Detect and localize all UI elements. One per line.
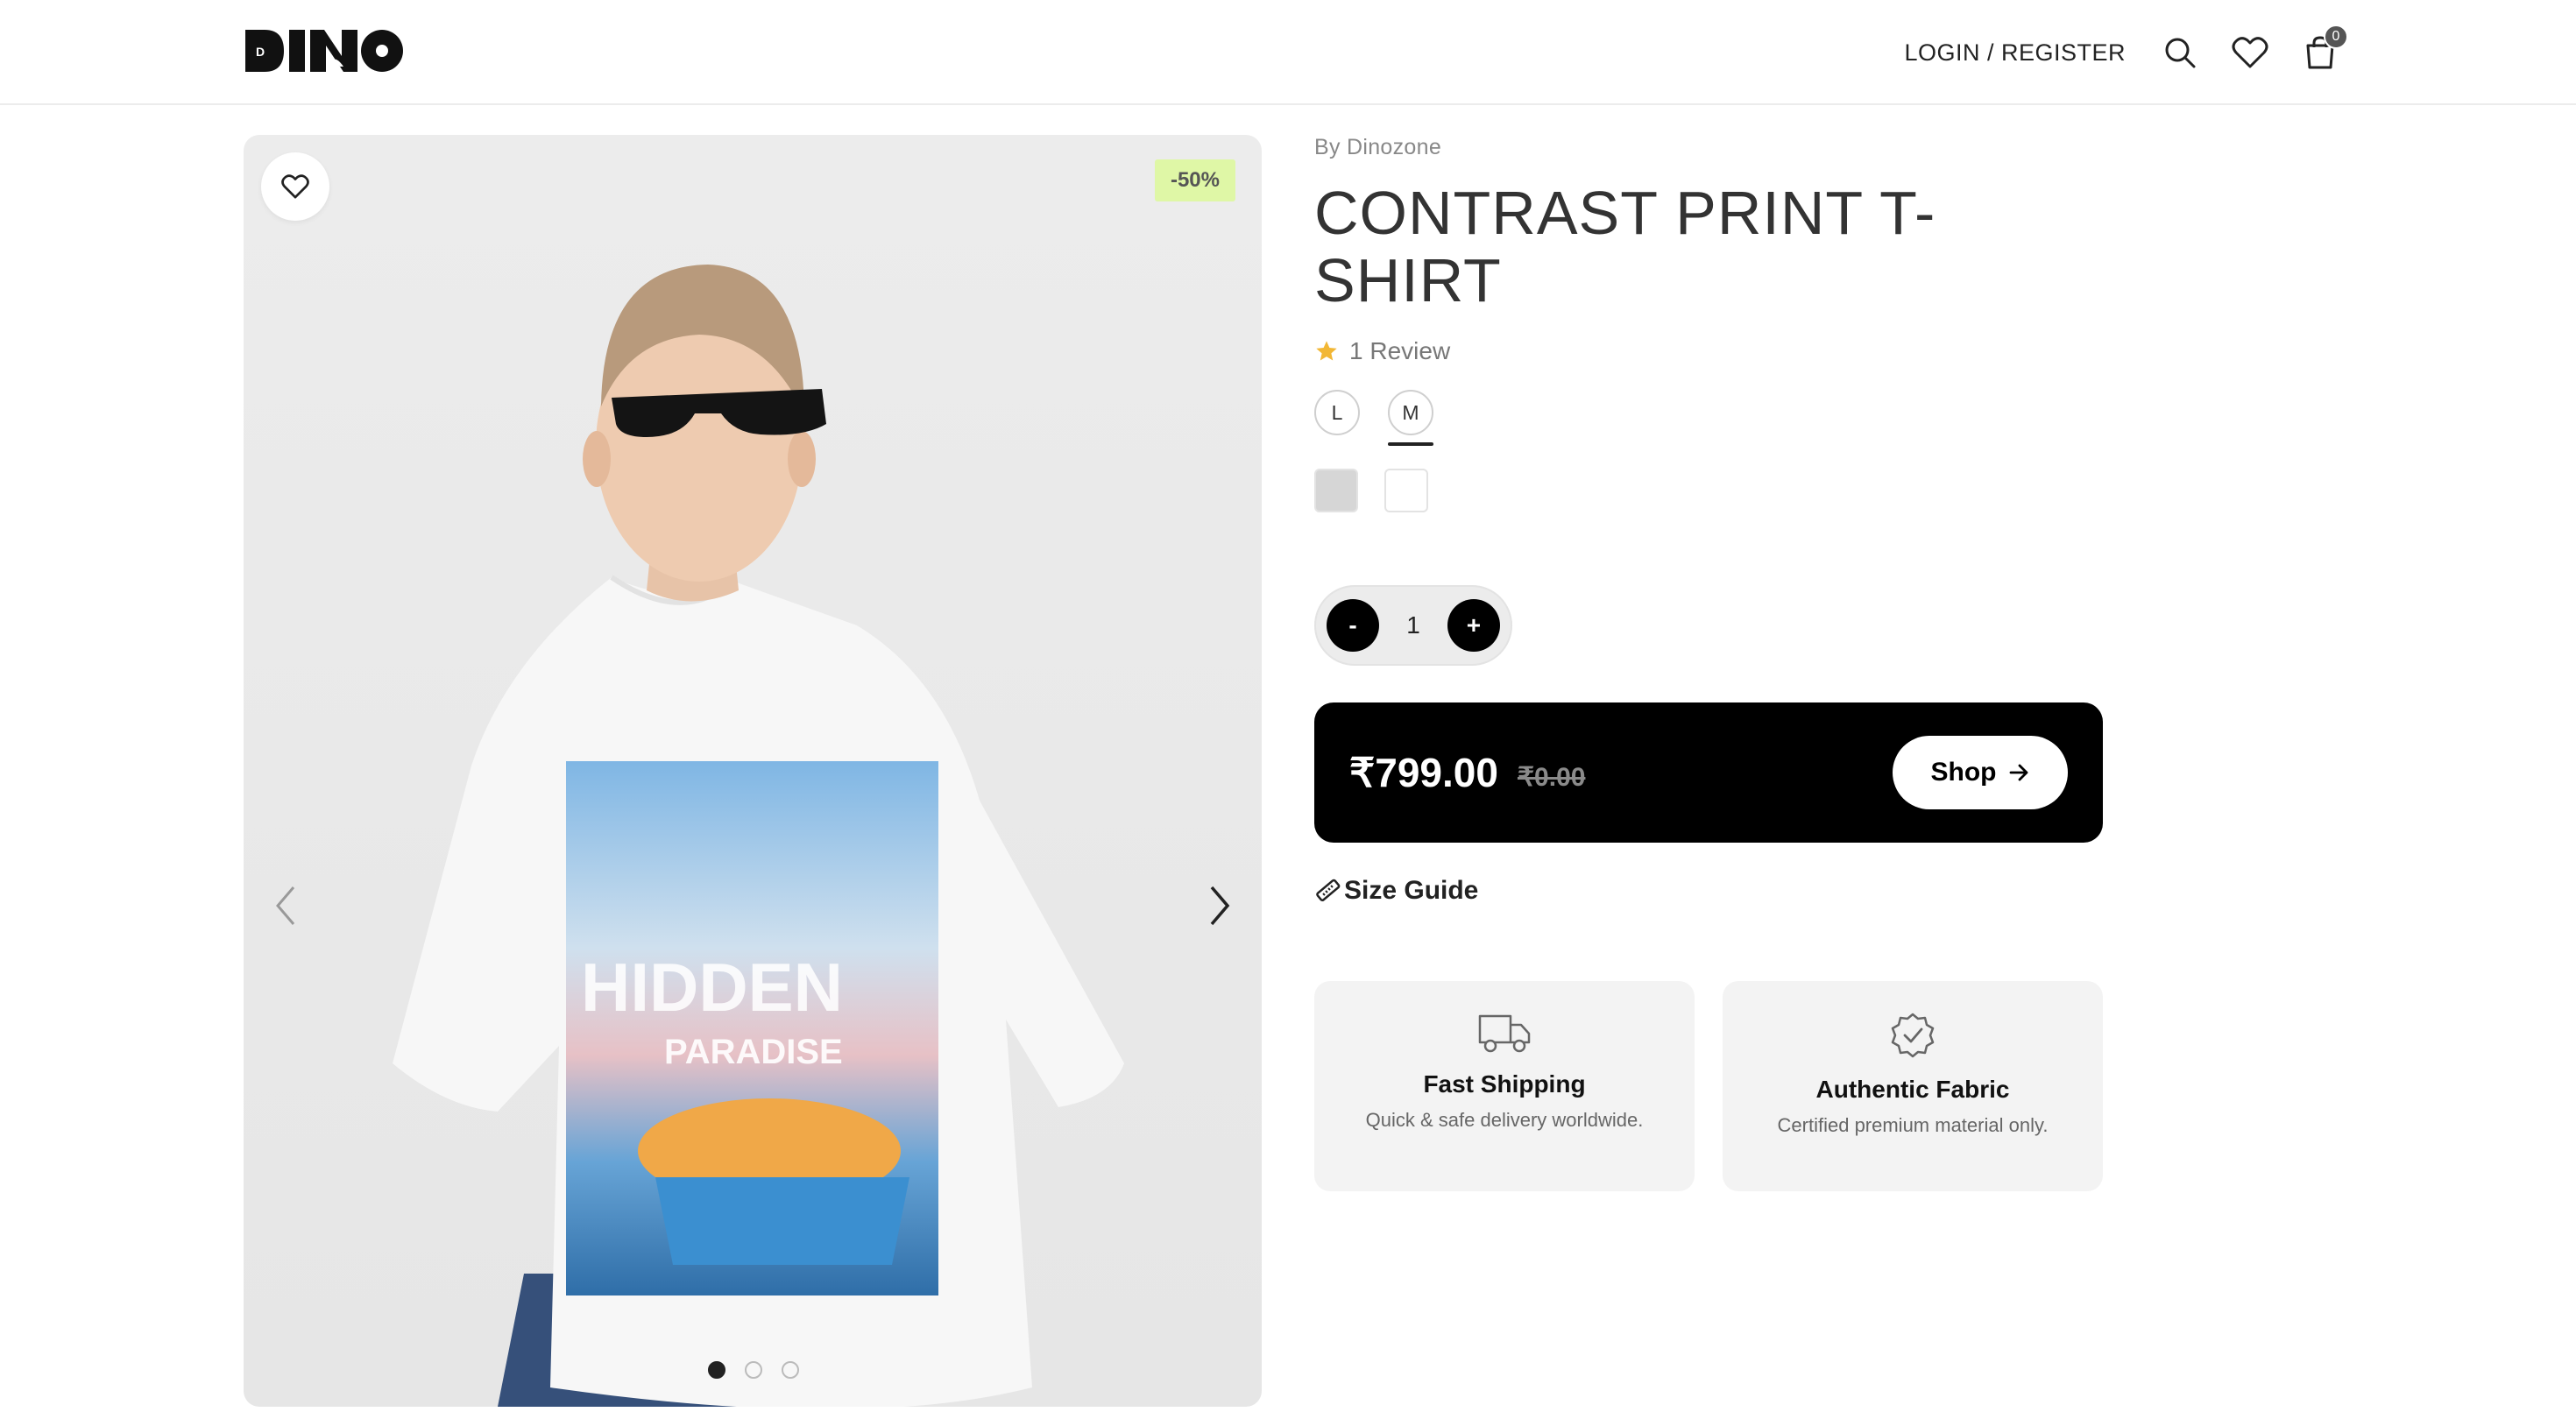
search-icon[interactable]	[2161, 33, 2199, 72]
shop-button-label: Shop	[1930, 758, 1997, 787]
site-header: D LOGIN / REGISTER 0	[0, 0, 2576, 105]
size-option-m[interactable]: M	[1388, 390, 1433, 446]
print-text-paradise: PARADISE	[664, 1033, 843, 1071]
price-bar: ₹799.00 ₹0.00 Shop	[1314, 702, 2103, 843]
feature-title: Fast Shipping	[1423, 1070, 1586, 1098]
wishlist-heart-icon[interactable]	[2231, 33, 2269, 72]
feature-description: Certified premium material only.	[1777, 1114, 2049, 1136]
product-photo: HIDDEN PARADISE	[393, 265, 1124, 1407]
feature-card-fabric: Authentic Fabric Certified premium mater…	[1723, 981, 2103, 1191]
color-selector	[1314, 469, 2103, 512]
feature-title: Authentic Fabric	[1815, 1076, 2010, 1103]
size-guide-label: Size Guide	[1344, 876, 1479, 905]
quantity-increase-button[interactable]: +	[1447, 599, 1500, 652]
color-swatch-white[interactable]	[1384, 469, 1428, 512]
quantity-decrease-button[interactable]: -	[1327, 599, 1379, 652]
gallery-dot-3[interactable]	[782, 1361, 799, 1379]
svg-text:D: D	[256, 45, 265, 59]
current-price: ₹799.00	[1349, 750, 1498, 795]
ruler-icon	[1316, 879, 1341, 901]
cart-count-badge: 0	[2324, 25, 2348, 49]
shop-button[interactable]: Shop	[1893, 736, 2068, 809]
gallery-dot-2[interactable]	[745, 1361, 762, 1379]
review-count-link[interactable]: 1 Review	[1349, 337, 1450, 365]
truck-icon	[1478, 1014, 1531, 1053]
product-brand: By Dinozone	[1314, 135, 1442, 159]
chevron-right-icon	[1210, 886, 1230, 926]
product-image-gallery: HIDDEN PARADISE -50%	[244, 135, 1262, 1407]
print-text-hidden: HIDDEN	[581, 949, 843, 1026]
feature-cards: Fast Shipping Quick & safe delivery worl…	[1314, 981, 2103, 1191]
add-to-wishlist-button[interactable]	[261, 152, 329, 221]
dino-logo-icon: D	[245, 30, 403, 72]
discount-badge: -50%	[1154, 159, 1235, 201]
feature-description: Quick & safe delivery worldwide.	[1365, 1109, 1644, 1131]
color-swatch-grey[interactable]	[1314, 469, 1358, 512]
header-nav: LOGIN / REGISTER 0	[1904, 25, 2348, 79]
feature-card-shipping: Fast Shipping Quick & safe delivery worl…	[1314, 981, 1695, 1191]
gallery-prev-button[interactable]	[259, 871, 312, 941]
logo[interactable]: D	[244, 26, 403, 75]
size-option-l[interactable]: L	[1314, 390, 1360, 435]
product-details: By Dinozone CONTRAST PRINT T-SHIRT 1 Rev…	[1314, 135, 2103, 1191]
heart-icon	[281, 174, 309, 199]
quantity-value[interactable]: 1	[1406, 611, 1420, 639]
quantity-stepper: - 1 +	[1314, 585, 1512, 666]
login-register-link[interactable]: LOGIN / REGISTER	[1904, 39, 2126, 67]
product-title: CONTRAST PRINT T-SHIRT	[1314, 179, 1936, 314]
original-price: ₹0.00	[1517, 762, 1586, 792]
star-icon	[1316, 341, 1337, 361]
gallery-dot-1[interactable]	[708, 1361, 725, 1379]
size-guide-link[interactable]: Size Guide	[1314, 876, 1478, 906]
badge-check-icon	[1891, 1013, 1935, 1058]
chevron-left-icon	[276, 886, 295, 925]
size-selector: L M	[1314, 390, 2103, 446]
arrow-right-icon	[2009, 764, 2028, 781]
product-rating: 1 Review	[1314, 337, 2103, 365]
cart-bag-icon[interactable]: 0	[2301, 25, 2348, 72]
gallery-next-button[interactable]	[1193, 871, 1246, 941]
gallery-pagination	[708, 1361, 799, 1379]
